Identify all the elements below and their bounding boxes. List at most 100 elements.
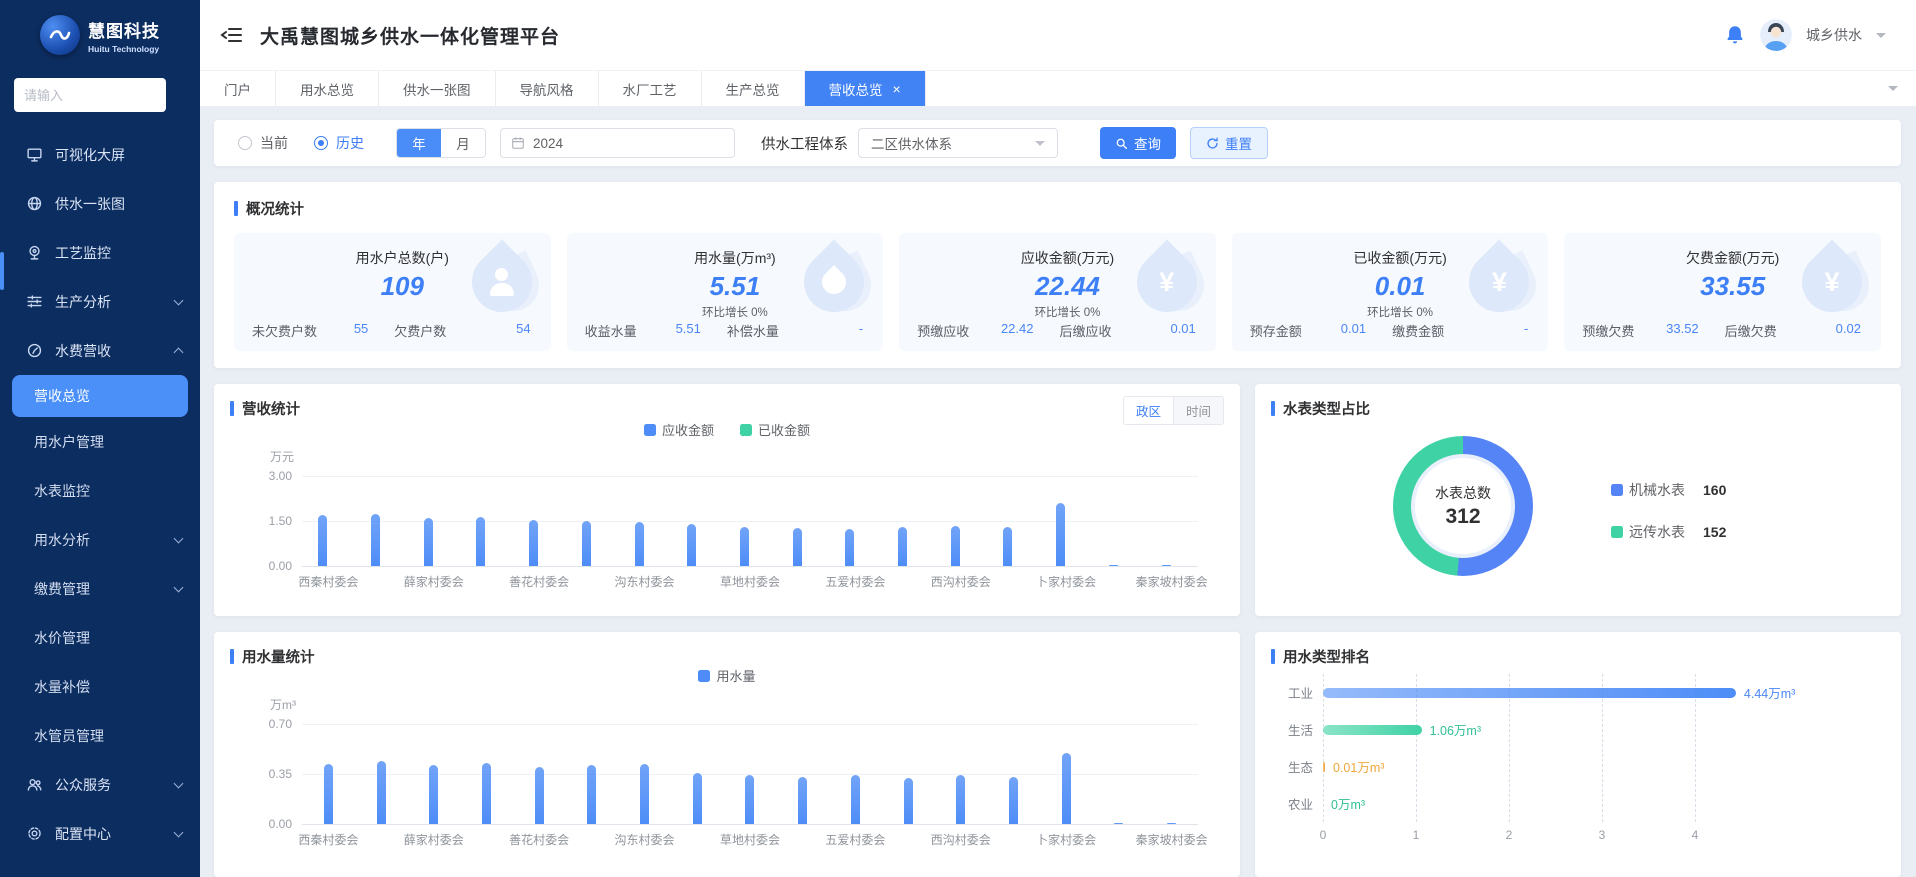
user-name[interactable]: 城乡供水 xyxy=(1806,25,1862,45)
period-month-button[interactable]: 月 xyxy=(441,129,485,157)
tab-6[interactable]: 营收总览 × xyxy=(805,71,926,106)
user-menu-chevron-icon[interactable] xyxy=(1876,33,1886,43)
ranking-x-tick: 2 xyxy=(1506,828,1513,842)
yen-watermark-icon: ¥ xyxy=(1797,247,1867,317)
yen-watermark-icon: ¥ xyxy=(1464,247,1534,317)
title-accent-bar xyxy=(230,401,234,416)
stat-sub-pair: 预存金额0.01 xyxy=(1250,321,1392,340)
bar-slot: 卜家村委会 xyxy=(1040,724,1093,824)
bar-slots: 西秦村委会薛家村委会善花村委会沟东村委会草地村委会五爱村委会西沟村委会卜家村委会… xyxy=(302,724,1198,824)
bar-slot xyxy=(776,476,829,566)
bar xyxy=(429,765,438,824)
notification-bell-icon[interactable] xyxy=(1724,24,1746,46)
bar xyxy=(898,527,907,566)
chevron-down-icon xyxy=(174,582,184,592)
ranking-bar xyxy=(1323,762,1325,772)
sidebar-item-13[interactable]: 公众服务 xyxy=(0,760,200,809)
glyph-yen: ¥ xyxy=(1159,267,1174,298)
donut-legend-value: 152 xyxy=(1703,524,1726,540)
sidebar-item-label: 水价管理 xyxy=(34,628,90,648)
radio-current[interactable]: 当前 xyxy=(238,133,288,153)
x-tick-label: 秦家坡村委会 xyxy=(1136,573,1208,590)
sidebar-item-1[interactable]: 供水一张图 xyxy=(0,179,200,228)
stat-sub-value: 5.51 xyxy=(637,321,727,340)
ranking-x-tick: 3 xyxy=(1599,828,1606,842)
ranking-x-tick: 4 xyxy=(1692,828,1699,842)
main-content: 当前 历史 年 月 2024 供水工程体系 二区供水体系 查询 xyxy=(200,106,1916,877)
sidebar-item-14[interactable]: 配置中心 xyxy=(0,809,200,858)
period-year-button[interactable]: 年 xyxy=(397,129,441,157)
globe-icon xyxy=(26,195,43,212)
bar-slot xyxy=(1093,724,1146,824)
ranking-chart: 工业4.44万m³生活1.06万m³生态0.01万m³农业0万m³01234 xyxy=(1273,674,1885,846)
sidebar-item-label: 供水一张图 xyxy=(55,194,125,214)
sidebar-search-input[interactable] xyxy=(14,78,166,112)
sidebar-scroll-thumb[interactable] xyxy=(0,252,4,290)
stat-card-title: 欠费金额(万元) xyxy=(1654,248,1811,268)
sidebar-item-10[interactable]: 水价管理 xyxy=(0,613,200,662)
bar-slot xyxy=(671,724,724,824)
usage-chart-card: 用水量统计 用水量万m³0.700.350.00西秦村委会薛家村委会善花村委会沟… xyxy=(214,632,1240,877)
stat-card-main: 应收金额(万元)22.44环比增长 0% xyxy=(989,248,1146,320)
tab-4[interactable]: 水厂工艺 xyxy=(599,71,702,106)
x-tick-label: 善花村委会 xyxy=(509,573,569,590)
stat-card-4: 欠费金额(万元)33.55¥预缴欠费33.52后缴欠费0.02 xyxy=(1564,233,1881,351)
radio-history-dot[interactable] xyxy=(314,136,328,150)
ranking-bar xyxy=(1323,725,1422,735)
bar xyxy=(318,515,327,566)
watermark-glyph xyxy=(799,247,869,317)
collapse-menu-icon[interactable] xyxy=(220,23,244,47)
glyph-drop xyxy=(817,265,851,299)
brand-text: 慧图科技 Huitu Technology xyxy=(88,17,160,54)
bar-slot xyxy=(460,724,513,824)
legend-item: 应收金额 xyxy=(644,420,714,439)
radio-history[interactable]: 历史 xyxy=(314,133,364,153)
sidebar-item-label: 用水分析 xyxy=(34,530,90,550)
stat-card-main: 已收金额(万元)0.01环比增长 0% xyxy=(1322,248,1479,320)
sidebar-item-9[interactable]: 缴费管理 xyxy=(0,564,200,613)
bar xyxy=(371,514,380,566)
reset-button[interactable]: 重置 xyxy=(1190,127,1268,159)
bar xyxy=(529,520,538,566)
sidebar-item-12[interactable]: 水管员管理 xyxy=(0,711,200,760)
ranking-row-label: 生活 xyxy=(1273,720,1313,739)
year-picker[interactable]: 2024 xyxy=(500,128,735,158)
stat-card-3: 已收金额(万元)0.01环比增长 0%¥预存金额0.01缴费金额- xyxy=(1232,233,1549,351)
sidebar-item-0[interactable]: 可视化大屏 xyxy=(0,130,200,179)
stat-card-growth: 环比增长 0% xyxy=(989,304,1146,320)
bar-slot xyxy=(671,476,724,566)
sidebar-item-8[interactable]: 用水分析 xyxy=(0,515,200,564)
sidebar-item-7[interactable]: 水表监控 xyxy=(0,466,200,515)
bar-slot: 薛家村委会 xyxy=(407,476,460,566)
user-avatar[interactable] xyxy=(1760,19,1792,51)
tab-0[interactable]: 门户 xyxy=(200,71,276,106)
chevron-down-icon xyxy=(174,295,184,305)
stat-sub-pair: 未欠费户数55 xyxy=(252,321,394,340)
donut-legend: 机械水表160远传水表152 xyxy=(1611,480,1726,542)
legend-label: 应收金额 xyxy=(662,420,714,439)
tab-1[interactable]: 用水总览 xyxy=(276,71,379,106)
tab-5[interactable]: 生产总览 xyxy=(702,71,805,106)
sidebar-item-11[interactable]: 水量补偿 xyxy=(0,662,200,711)
sidebar-item-4[interactable]: 水费营收 xyxy=(0,326,200,375)
sidebar-item-5[interactable]: 营收总览 xyxy=(12,375,188,417)
search-button[interactable]: 查询 xyxy=(1100,127,1176,159)
sidebar-item-3[interactable]: 生产分析 xyxy=(0,277,200,326)
refresh-icon xyxy=(1206,137,1219,150)
tab-3[interactable]: 导航风格 xyxy=(496,71,599,106)
system-select[interactable]: 二区供水体系 xyxy=(858,128,1058,158)
legend-item: 已收金额 xyxy=(740,420,810,439)
sidebar-item-2[interactable]: 工艺监控 xyxy=(0,228,200,277)
ranking-row: 生态0.01万m³ xyxy=(1323,748,1885,785)
tab-label: 门户 xyxy=(224,79,251,99)
x-tick-label: 薛家村委会 xyxy=(404,831,464,848)
sidebar-item-6[interactable]: 用水户管理 xyxy=(0,417,200,466)
tab-close-icon[interactable]: × xyxy=(893,82,901,96)
system-select-label: 供水工程体系 xyxy=(761,133,848,154)
ranking-row-label: 生态 xyxy=(1273,757,1313,776)
tabs-overflow-chevron-icon[interactable] xyxy=(1888,86,1898,96)
radio-current-dot[interactable] xyxy=(238,136,252,150)
tab-label: 营收总览 xyxy=(829,79,883,99)
gridline xyxy=(302,566,1198,567)
tab-2[interactable]: 供水一张图 xyxy=(379,71,496,106)
